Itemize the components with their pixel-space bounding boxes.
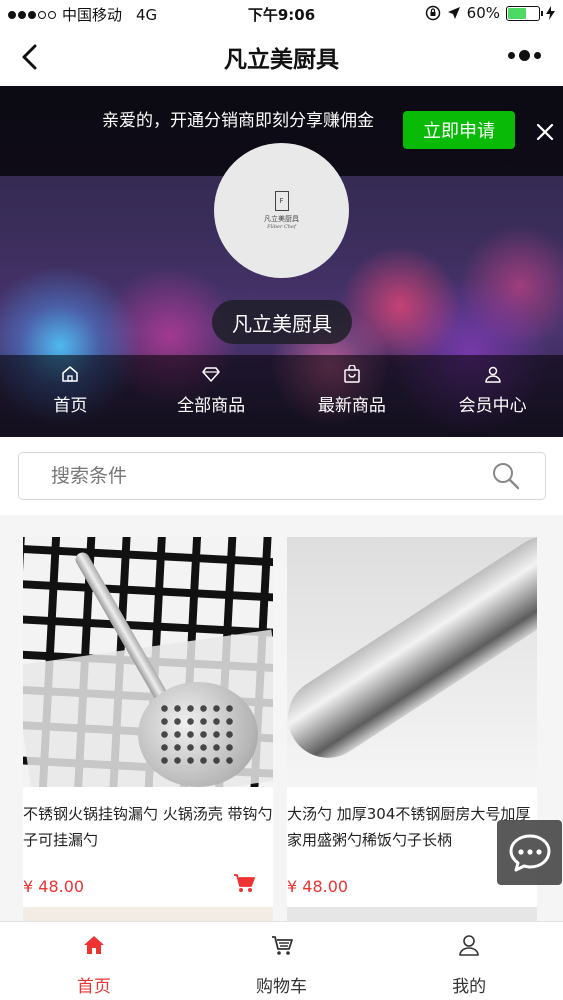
user-icon bbox=[484, 366, 501, 383]
shop-nav-member-center[interactable]: 会员中心 bbox=[422, 355, 563, 437]
tab-bar: 首页 购物车 我的 bbox=[0, 921, 563, 1000]
product-price: ¥ 48.00 bbox=[23, 877, 85, 896]
nav-bar: 凡立美厨具 bbox=[0, 28, 563, 86]
more-menu-icon[interactable] bbox=[508, 50, 541, 61]
chat-icon bbox=[509, 834, 550, 871]
shop-nav-label: 最新商品 bbox=[317, 396, 386, 416]
search-icon[interactable] bbox=[491, 461, 521, 491]
close-icon[interactable] bbox=[536, 123, 554, 141]
status-left: 中国移动 4G bbox=[8, 4, 157, 25]
shop-nav-label: 首页 bbox=[53, 396, 88, 416]
product-image[interactable] bbox=[287, 537, 537, 787]
search-box bbox=[18, 452, 546, 500]
tab-label: 首页 bbox=[76, 977, 111, 997]
search-input[interactable] bbox=[51, 465, 471, 487]
shop-nav-label: 全部商品 bbox=[177, 396, 246, 416]
product-grid: 不锈钢火锅挂钩漏勺 火锅汤壳 带钩勺子可挂漏勺 ¥ 48.00 大汤勺 加厚30… bbox=[0, 515, 563, 935]
shop-name-badge: 凡立美厨具 bbox=[212, 300, 352, 344]
page-title: 凡立美厨具 bbox=[224, 47, 339, 73]
tab-home[interactable]: 首页 bbox=[0, 922, 188, 1000]
charging-icon bbox=[546, 6, 555, 20]
product-price: ¥ 48.00 bbox=[287, 877, 349, 896]
cart-icon[interactable] bbox=[233, 873, 255, 893]
shop-nav-new-products[interactable]: 最新商品 bbox=[282, 355, 423, 437]
tab-label: 购物车 bbox=[256, 977, 307, 997]
product-title[interactable]: 不锈钢火锅挂钩漏勺 火锅汤壳 带钩勺子可挂漏勺 bbox=[23, 801, 273, 853]
tab-profile[interactable]: 我的 bbox=[375, 922, 563, 1000]
carrier-label: 中国移动 bbox=[62, 6, 123, 24]
status-right: 60% bbox=[425, 4, 555, 22]
search-section bbox=[0, 437, 563, 515]
logo-mark-icon: F bbox=[274, 191, 289, 211]
logo-text: 凡立美厨具 bbox=[264, 215, 299, 223]
orientation-lock-icon bbox=[425, 5, 440, 21]
home-icon bbox=[62, 366, 79, 382]
shop-nav-all-products[interactable]: 全部商品 bbox=[141, 355, 282, 437]
location-icon bbox=[447, 7, 460, 19]
tab-cart[interactable]: 购物车 bbox=[188, 922, 376, 1000]
logo-subtext: Fliber Chef bbox=[267, 224, 296, 230]
diamond-icon bbox=[202, 367, 220, 382]
bag-icon bbox=[344, 365, 360, 383]
signal-icon bbox=[8, 10, 56, 19]
cart-icon bbox=[271, 936, 293, 955]
shop-nav-home[interactable]: 首页 bbox=[0, 355, 141, 437]
back-icon[interactable] bbox=[18, 44, 42, 70]
shop-nav: 首页 全部商品 最新商品 会员中心 bbox=[0, 355, 563, 437]
home-icon bbox=[83, 936, 104, 954]
battery-percent: 60% bbox=[466, 4, 500, 22]
shop-banner: 亲爱的，开通分销商即刻分享赚佣金 立即申请 F 凡立美厨具 Fliber Che… bbox=[0, 86, 563, 437]
apply-button[interactable]: 立即申请 bbox=[403, 111, 515, 149]
status-bar: 中国移动 4G 下午9:06 60% bbox=[0, 0, 563, 28]
shop-logo: F 凡立美厨具 Fliber Chef bbox=[214, 143, 349, 278]
product-image[interactable] bbox=[23, 537, 273, 787]
promo-text: 亲爱的，开通分销商即刻分享赚佣金 bbox=[102, 111, 374, 131]
network-label: 4G bbox=[136, 5, 158, 24]
battery-icon bbox=[506, 5, 543, 21]
product-card[interactable]: 不锈钢火锅挂钩漏勺 火锅汤壳 带钩勺子可挂漏勺 ¥ 48.00 bbox=[23, 537, 273, 935]
shop-nav-label: 会员中心 bbox=[458, 396, 527, 416]
user-icon bbox=[459, 935, 479, 956]
customer-service-button[interactable] bbox=[497, 820, 562, 885]
tab-label: 我的 bbox=[452, 977, 487, 997]
